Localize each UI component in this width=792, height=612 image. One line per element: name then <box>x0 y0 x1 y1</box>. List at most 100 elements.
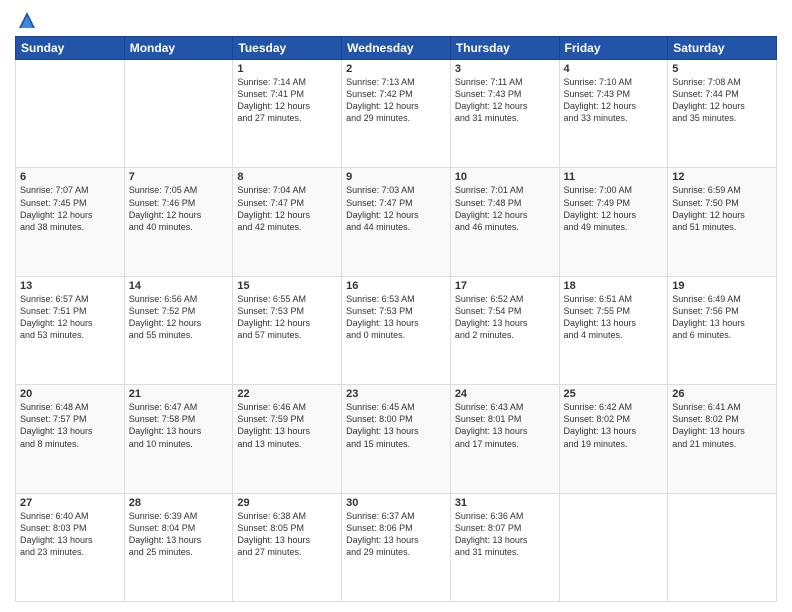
day-number: 19 <box>672 280 772 292</box>
week-row-4: 27Sunrise: 6:40 AM Sunset: 8:03 PM Dayli… <box>16 493 777 601</box>
header <box>15 10 777 30</box>
weekday-header-thursday: Thursday <box>450 37 559 60</box>
calendar-cell: 15Sunrise: 6:55 AM Sunset: 7:53 PM Dayli… <box>233 276 342 384</box>
day-number: 17 <box>455 280 555 292</box>
calendar-cell <box>559 493 668 601</box>
calendar-cell: 29Sunrise: 6:38 AM Sunset: 8:05 PM Dayli… <box>233 493 342 601</box>
day-info: Sunrise: 6:38 AM Sunset: 8:05 PM Dayligh… <box>237 510 337 559</box>
day-info: Sunrise: 7:04 AM Sunset: 7:47 PM Dayligh… <box>237 184 337 233</box>
day-number: 26 <box>672 388 772 400</box>
week-row-2: 13Sunrise: 6:57 AM Sunset: 7:51 PM Dayli… <box>16 276 777 384</box>
logo <box>15 10 37 30</box>
calendar-cell <box>124 60 233 168</box>
calendar-cell: 13Sunrise: 6:57 AM Sunset: 7:51 PM Dayli… <box>16 276 125 384</box>
day-number: 30 <box>346 497 446 509</box>
calendar-cell: 12Sunrise: 6:59 AM Sunset: 7:50 PM Dayli… <box>668 168 777 276</box>
day-info: Sunrise: 7:00 AM Sunset: 7:49 PM Dayligh… <box>564 184 664 233</box>
day-info: Sunrise: 6:59 AM Sunset: 7:50 PM Dayligh… <box>672 184 772 233</box>
day-info: Sunrise: 6:47 AM Sunset: 7:58 PM Dayligh… <box>129 401 229 450</box>
day-number: 13 <box>20 280 120 292</box>
day-number: 14 <box>129 280 229 292</box>
day-info: Sunrise: 6:41 AM Sunset: 8:02 PM Dayligh… <box>672 401 772 450</box>
day-info: Sunrise: 6:43 AM Sunset: 8:01 PM Dayligh… <box>455 401 555 450</box>
week-row-0: 1Sunrise: 7:14 AM Sunset: 7:41 PM Daylig… <box>16 60 777 168</box>
day-number: 22 <box>237 388 337 400</box>
day-number: 25 <box>564 388 664 400</box>
day-info: Sunrise: 6:37 AM Sunset: 8:06 PM Dayligh… <box>346 510 446 559</box>
calendar-cell: 14Sunrise: 6:56 AM Sunset: 7:52 PM Dayli… <box>124 276 233 384</box>
day-info: Sunrise: 7:10 AM Sunset: 7:43 PM Dayligh… <box>564 76 664 125</box>
calendar-cell: 3Sunrise: 7:11 AM Sunset: 7:43 PM Daylig… <box>450 60 559 168</box>
day-number: 16 <box>346 280 446 292</box>
calendar-cell: 26Sunrise: 6:41 AM Sunset: 8:02 PM Dayli… <box>668 385 777 493</box>
calendar-cell: 20Sunrise: 6:48 AM Sunset: 7:57 PM Dayli… <box>16 385 125 493</box>
day-number: 3 <box>455 63 555 75</box>
calendar-cell: 10Sunrise: 7:01 AM Sunset: 7:48 PM Dayli… <box>450 168 559 276</box>
calendar-cell: 11Sunrise: 7:00 AM Sunset: 7:49 PM Dayli… <box>559 168 668 276</box>
calendar-cell: 4Sunrise: 7:10 AM Sunset: 7:43 PM Daylig… <box>559 60 668 168</box>
day-info: Sunrise: 7:11 AM Sunset: 7:43 PM Dayligh… <box>455 76 555 125</box>
calendar-cell: 31Sunrise: 6:36 AM Sunset: 8:07 PM Dayli… <box>450 493 559 601</box>
weekday-header-wednesday: Wednesday <box>342 37 451 60</box>
day-number: 12 <box>672 171 772 183</box>
week-row-1: 6Sunrise: 7:07 AM Sunset: 7:45 PM Daylig… <box>16 168 777 276</box>
day-info: Sunrise: 7:05 AM Sunset: 7:46 PM Dayligh… <box>129 184 229 233</box>
calendar-cell: 17Sunrise: 6:52 AM Sunset: 7:54 PM Dayli… <box>450 276 559 384</box>
day-number: 28 <box>129 497 229 509</box>
calendar-cell: 8Sunrise: 7:04 AM Sunset: 7:47 PM Daylig… <box>233 168 342 276</box>
day-number: 11 <box>564 171 664 183</box>
day-info: Sunrise: 6:46 AM Sunset: 7:59 PM Dayligh… <box>237 401 337 450</box>
logo-area <box>15 10 37 30</box>
day-number: 24 <box>455 388 555 400</box>
day-number: 27 <box>20 497 120 509</box>
day-info: Sunrise: 6:56 AM Sunset: 7:52 PM Dayligh… <box>129 293 229 342</box>
day-info: Sunrise: 6:53 AM Sunset: 7:53 PM Dayligh… <box>346 293 446 342</box>
day-info: Sunrise: 7:14 AM Sunset: 7:41 PM Dayligh… <box>237 76 337 125</box>
day-info: Sunrise: 7:08 AM Sunset: 7:44 PM Dayligh… <box>672 76 772 125</box>
day-number: 8 <box>237 171 337 183</box>
day-number: 2 <box>346 63 446 75</box>
calendar-cell: 23Sunrise: 6:45 AM Sunset: 8:00 PM Dayli… <box>342 385 451 493</box>
day-info: Sunrise: 6:52 AM Sunset: 7:54 PM Dayligh… <box>455 293 555 342</box>
day-number: 31 <box>455 497 555 509</box>
calendar-cell: 7Sunrise: 7:05 AM Sunset: 7:46 PM Daylig… <box>124 168 233 276</box>
calendar-cell: 2Sunrise: 7:13 AM Sunset: 7:42 PM Daylig… <box>342 60 451 168</box>
week-row-3: 20Sunrise: 6:48 AM Sunset: 7:57 PM Dayli… <box>16 385 777 493</box>
day-number: 9 <box>346 171 446 183</box>
day-info: Sunrise: 7:07 AM Sunset: 7:45 PM Dayligh… <box>20 184 120 233</box>
calendar-cell: 24Sunrise: 6:43 AM Sunset: 8:01 PM Dayli… <box>450 385 559 493</box>
calendar-cell: 30Sunrise: 6:37 AM Sunset: 8:06 PM Dayli… <box>342 493 451 601</box>
day-info: Sunrise: 6:49 AM Sunset: 7:56 PM Dayligh… <box>672 293 772 342</box>
day-info: Sunrise: 6:42 AM Sunset: 8:02 PM Dayligh… <box>564 401 664 450</box>
day-number: 29 <box>237 497 337 509</box>
day-number: 18 <box>564 280 664 292</box>
calendar-cell: 6Sunrise: 7:07 AM Sunset: 7:45 PM Daylig… <box>16 168 125 276</box>
logo-icon <box>17 10 37 30</box>
day-info: Sunrise: 7:01 AM Sunset: 7:48 PM Dayligh… <box>455 184 555 233</box>
weekday-header-sunday: Sunday <box>16 37 125 60</box>
day-info: Sunrise: 6:55 AM Sunset: 7:53 PM Dayligh… <box>237 293 337 342</box>
weekday-header-saturday: Saturday <box>668 37 777 60</box>
day-number: 1 <box>237 63 337 75</box>
day-number: 15 <box>237 280 337 292</box>
day-info: Sunrise: 6:36 AM Sunset: 8:07 PM Dayligh… <box>455 510 555 559</box>
day-number: 6 <box>20 171 120 183</box>
day-info: Sunrise: 6:48 AM Sunset: 7:57 PM Dayligh… <box>20 401 120 450</box>
calendar-cell: 9Sunrise: 7:03 AM Sunset: 7:47 PM Daylig… <box>342 168 451 276</box>
day-number: 23 <box>346 388 446 400</box>
weekday-header-friday: Friday <box>559 37 668 60</box>
calendar-cell <box>668 493 777 601</box>
calendar-table: SundayMondayTuesdayWednesdayThursdayFrid… <box>15 36 777 602</box>
day-info: Sunrise: 6:51 AM Sunset: 7:55 PM Dayligh… <box>564 293 664 342</box>
calendar-cell: 5Sunrise: 7:08 AM Sunset: 7:44 PM Daylig… <box>668 60 777 168</box>
page: SundayMondayTuesdayWednesdayThursdayFrid… <box>0 0 792 612</box>
day-number: 4 <box>564 63 664 75</box>
day-info: Sunrise: 7:13 AM Sunset: 7:42 PM Dayligh… <box>346 76 446 125</box>
day-number: 7 <box>129 171 229 183</box>
day-number: 5 <box>672 63 772 75</box>
calendar-cell: 25Sunrise: 6:42 AM Sunset: 8:02 PM Dayli… <box>559 385 668 493</box>
calendar-cell: 22Sunrise: 6:46 AM Sunset: 7:59 PM Dayli… <box>233 385 342 493</box>
weekday-header-monday: Monday <box>124 37 233 60</box>
day-number: 21 <box>129 388 229 400</box>
calendar-cell: 21Sunrise: 6:47 AM Sunset: 7:58 PM Dayli… <box>124 385 233 493</box>
